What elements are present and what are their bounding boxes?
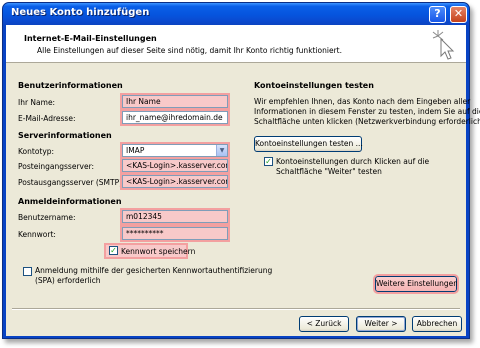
dialog-window: Neues Konto hinzufügen ? ✕ Internet-E-Ma… — [2, 2, 480, 339]
username-label: Benutzername: — [18, 213, 76, 222]
pointer-sparkle-icon — [432, 30, 455, 60]
incoming-server-label: Posteingangsserver: — [18, 162, 95, 171]
footer-divider — [12, 308, 460, 310]
account-type-value: IMAP — [126, 146, 145, 155]
test-settings-heading: Kontoeinstellungen testen — [254, 81, 374, 90]
email-field[interactable]: ihr_name@ihredomain.de — [120, 109, 230, 126]
page-subtitle: Alle Einstellungen auf dieser Seite sind… — [37, 46, 343, 55]
next-button[interactable]: Weiter > — [356, 316, 406, 332]
close-icon: ✕ — [453, 7, 464, 20]
remember-password-checkbox[interactable]: ✓ — [109, 246, 118, 255]
help-button[interactable]: ? — [429, 6, 446, 23]
auto-test-checkbox[interactable]: ✓ — [264, 157, 273, 166]
test-settings-button[interactable]: Kontoeinstellungen testen ... — [254, 136, 363, 152]
server-info-heading: Serverinformationen — [18, 131, 112, 140]
close-button[interactable]: ✕ — [450, 6, 467, 23]
title-bar[interactable]: Neues Konto hinzufügen ? ✕ — [3, 3, 469, 25]
username-field[interactable]: m012345 — [120, 208, 230, 225]
outgoing-server-field[interactable]: <KAS-Login>.kasserver.com — [120, 173, 230, 190]
more-settings-button[interactable]: Weitere Einstellungen — [373, 274, 459, 294]
incoming-server-field[interactable]: <KAS-Login>.kasserver.com — [120, 157, 230, 174]
dialog-body: Internet-E-Mail-Einstellungen Alle Einst… — [6, 25, 480, 336]
test-description-line1: Wir empfehlen Ihnen, das Konto nach dem … — [254, 97, 471, 106]
remember-password-label[interactable]: Kennwort speichern — [121, 247, 195, 256]
email-label: E-Mail-Adresse: — [18, 114, 76, 123]
password-label: Kennwort: — [18, 230, 56, 239]
name-field[interactable]: Ihr Name — [120, 93, 230, 110]
help-icon: ? — [434, 7, 441, 20]
spa-label-line2[interactable]: (SPA) erforderlich — [35, 276, 101, 285]
account-type-label: Kontotyp: — [18, 147, 55, 156]
user-info-heading: Benutzerinformationen — [18, 81, 123, 90]
login-info-heading: Anmeldeinformationen — [18, 197, 122, 206]
spa-label-line1[interactable]: Anmeldung mithilfe der gesicherten Kennw… — [35, 266, 272, 275]
chevron-down-icon[interactable]: ▼ — [216, 145, 227, 156]
spa-checkbox[interactable] — [23, 267, 32, 276]
account-type-select[interactable]: IMAP ▼ — [120, 142, 230, 159]
back-button[interactable]: < Zurück — [299, 316, 349, 332]
password-field[interactable]: ********** — [120, 225, 230, 242]
test-description-line2: Informationen in diesem Fenster zu teste… — [254, 107, 480, 116]
test-description-line3: Schaltfläche unten klicken (Netzwerkverb… — [254, 117, 480, 126]
auto-test-label-line2[interactable]: Schaltfläche "Weiter" testen — [276, 167, 382, 176]
outgoing-server-label: Postausgangsserver (SMTP): — [18, 178, 125, 187]
cancel-button[interactable]: Abbrechen — [412, 316, 462, 332]
wizard-header: Internet-E-Mail-Einstellungen Alle Einst… — [6, 25, 466, 63]
auto-test-label-line1[interactable]: Kontoeinstellungen durch Klicken auf die — [276, 157, 429, 166]
name-label: Ihr Name: — [18, 98, 56, 107]
window-title: Neues Konto hinzufügen — [11, 7, 150, 18]
page-title: Internet-E-Mail-Einstellungen — [24, 34, 157, 43]
